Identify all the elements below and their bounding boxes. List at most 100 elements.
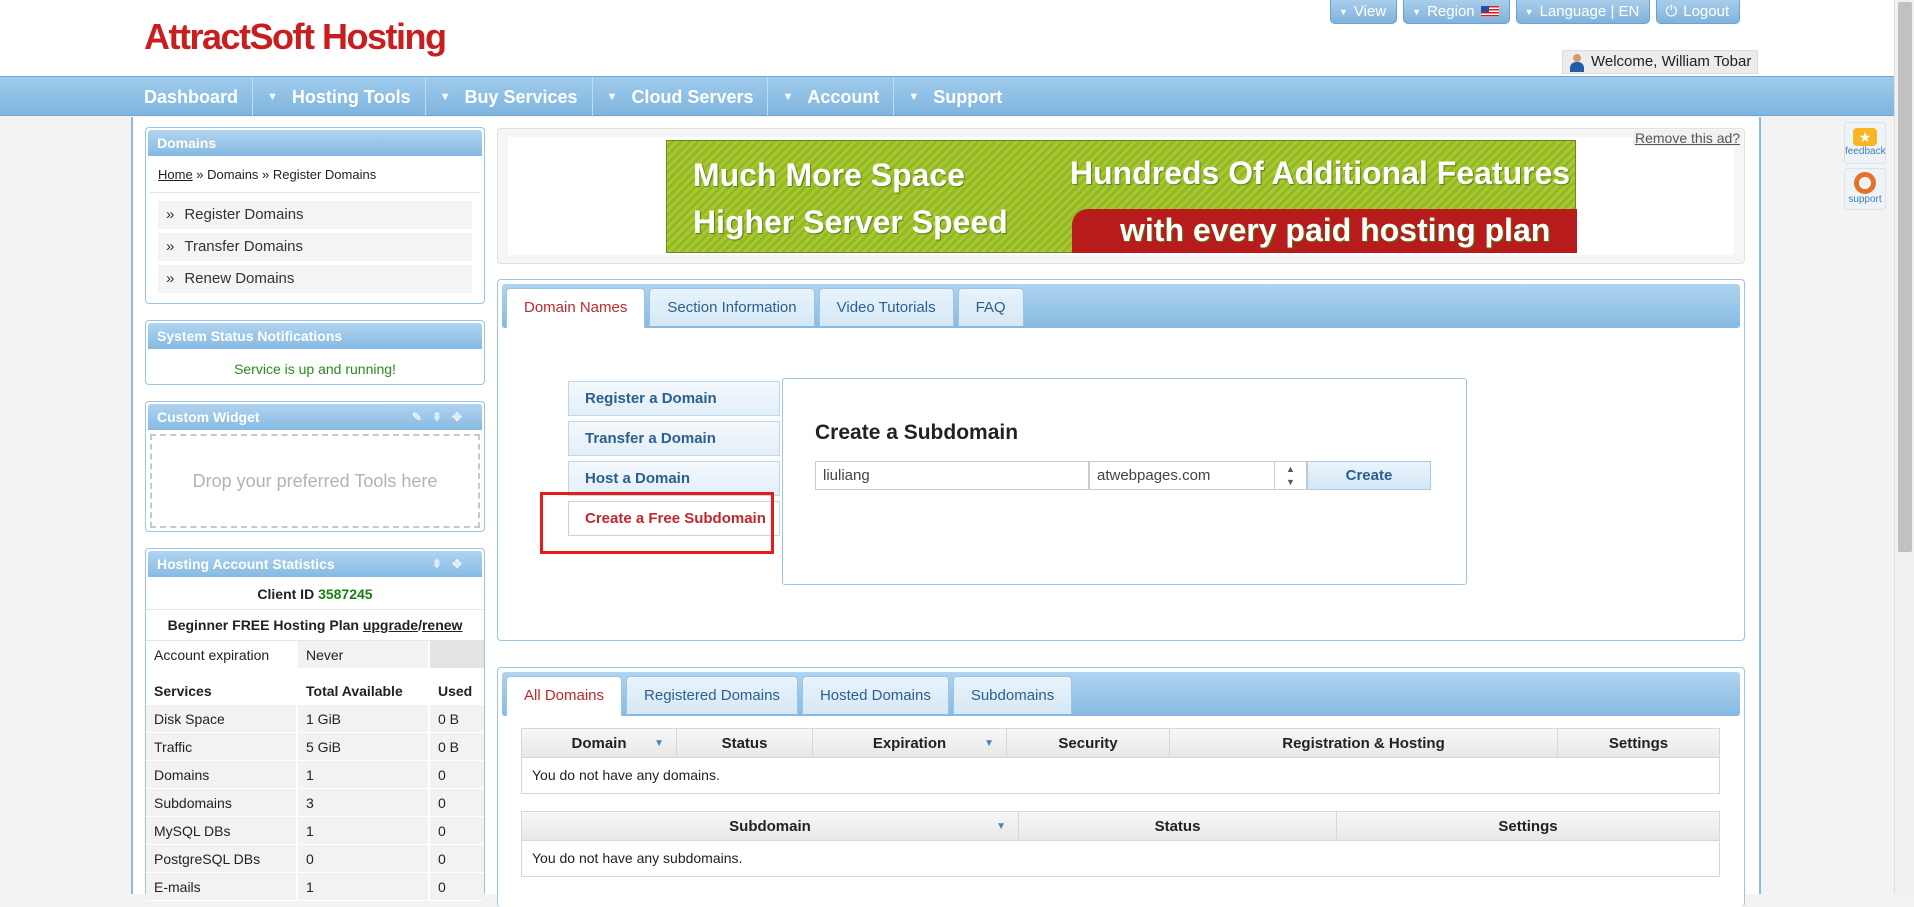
move-icon[interactable]: ✥ (452, 557, 472, 571)
upgrade-link[interactable]: upgrade (363, 617, 418, 633)
col-registration-hosting: Registration & Hosting (1169, 729, 1557, 757)
domain-select[interactable]: atwebpages.com ▲ ▼ (1089, 461, 1307, 490)
widget-drop-zone[interactable]: Drop your preferred Tools here (150, 434, 480, 528)
table-row: MySQL DBs 1 0 (146, 817, 484, 845)
table-row: Traffic 5 GiB 0 B (146, 733, 484, 761)
view-menu[interactable]: ▼ View (1330, 0, 1398, 24)
tab-all-domains[interactable]: All Domains (506, 676, 623, 716)
annotation-highlight-box (540, 492, 774, 554)
expiration-row: Account expiration Never (146, 641, 484, 669)
hosting-stats-title: Hosting Account Statistics ⇞✥ (148, 551, 482, 577)
sort-down-icon: ▼ (984, 738, 994, 749)
chevron-down-icon: ▼ (606, 91, 618, 103)
wrench-icon[interactable]: ✎ (412, 410, 432, 424)
create-subdomain-panel: Create a Subdomain liuliang atwebpages.c… (782, 378, 1467, 585)
support-button[interactable]: support (1844, 168, 1886, 210)
chevron-down-icon: ▼ (908, 91, 920, 103)
scrollbar-thumb[interactable] (1898, 2, 1912, 552)
feedback-button[interactable]: ★ feedback (1844, 122, 1886, 164)
domains-table-header: Domain ▼ Status Expiration ▼ Security Regi… (522, 729, 1719, 758)
col-subdomain[interactable]: Subdomain ▼ (522, 812, 1018, 840)
subdomains-table-header: Subdomain ▼ Status Settings (522, 812, 1719, 841)
register-domain-item[interactable]: Register a Domain (568, 381, 780, 416)
transfer-domain-item[interactable]: Transfer a Domain (568, 421, 780, 456)
table-row: PostgreSQL DBs 0 0 (146, 845, 484, 873)
pin-icon[interactable]: ⇞ (432, 557, 452, 571)
chevron-down-icon: ▼ (1339, 6, 1348, 17)
col-settings: Settings (1557, 729, 1719, 757)
chevron-down-icon: ▼ (267, 91, 278, 103)
tab-subdomains[interactable]: Subdomains (952, 676, 1073, 714)
sort-down-icon: ▼ (654, 738, 664, 749)
stats-header: Services Total Available Used (146, 677, 484, 705)
top-links: ▼ View ▼ Region ▼ Language | EN ⏻ Logout (1330, 0, 1741, 24)
custom-widget-title: Custom Widget ✎⇞✥ (148, 404, 482, 430)
nav-account[interactable]: ▼ Account (767, 77, 893, 117)
sidebar-item-register-domains[interactable]: » Register Domains (158, 201, 472, 229)
plan-line: Beginner FREE Hosting Plan upgrade/renew (146, 610, 484, 641)
nav-hosting-tools[interactable]: ▼ Hosting Tools (252, 77, 425, 117)
chevron-down-icon: ▼ (782, 91, 794, 103)
table-row: Domains 1 0 (146, 761, 484, 789)
nav-support[interactable]: ▼ Support (893, 77, 1016, 117)
sidebar-item-transfer-domains[interactable]: » Transfer Domains (158, 233, 472, 261)
tab-hosted-domains[interactable]: Hosted Domains (801, 676, 949, 714)
tab-faq[interactable]: FAQ (957, 288, 1024, 326)
domains-box-title: Domains (148, 130, 482, 156)
domains-box: Domains Home » Domains » Register Domain… (145, 127, 485, 304)
hosting-stats-box: Hosting Account Statistics ⇞✥ Client ID … (145, 548, 485, 901)
lifebuoy-icon (1854, 172, 1876, 194)
power-icon: ⏻ (1665, 2, 1678, 20)
breadcrumb-home[interactable]: Home (158, 167, 193, 182)
subdomains-table: Subdomain ▼ Status Settings You do not ha… (521, 811, 1720, 877)
domains-table: Domain ▼ Status Expiration ▼ Security Regi… (521, 728, 1720, 794)
subdomains-empty-message: You do not have any subdomains. (532, 850, 743, 866)
hosting-ad-banner[interactable]: Much More Space Higher Server Speed Hund… (666, 140, 1577, 253)
col-sub-status: Status (1018, 812, 1336, 840)
custom-widget-box: Custom Widget ✎⇞✥ Drop your preferred To… (145, 401, 485, 532)
move-icon[interactable]: ✥ (452, 410, 472, 424)
nav-cloud-servers[interactable]: ▼ Cloud Servers (591, 77, 768, 117)
tab-domain-names[interactable]: Domain Names (506, 288, 646, 328)
tab-section-information[interactable]: Section Information (649, 288, 815, 326)
table-row: Subdomains 3 0 (146, 789, 484, 817)
renew-link[interactable]: renew (422, 617, 462, 633)
user-avatar-icon (1569, 54, 1585, 72)
table-row: E-mails 1 0 (146, 873, 484, 901)
welcome-user[interactable]: Welcome, William Tobar (1562, 50, 1758, 74)
col-domain[interactable]: Domain ▼ (522, 729, 676, 757)
chevron-down-icon: ▼ (1412, 6, 1422, 17)
sidebar-item-renew-domains[interactable]: » Renew Domains (158, 265, 472, 293)
status-message: Service is up and running! (234, 361, 396, 377)
us-flag-icon (1480, 6, 1499, 17)
site-logo[interactable]: AttractSoft Hosting (144, 16, 447, 58)
page-scrollbar[interactable] (1894, 0, 1914, 894)
nav-dashboard[interactable]: Dashboard (144, 77, 252, 117)
subdomain-input[interactable]: liuliang (815, 461, 1089, 490)
remove-ad-link[interactable]: Remove this ad? (1633, 130, 1743, 146)
col-security: Security (1006, 729, 1169, 757)
create-subdomain-title: Create a Subdomain (815, 421, 1019, 444)
col-sub-settings: Settings (1336, 812, 1719, 840)
create-button[interactable]: Create (1307, 461, 1431, 490)
tab-video-tutorials[interactable]: Video Tutorials (818, 288, 954, 326)
main-nav: Dashboard ▼ Hosting Tools ▼ Buy Services ▼… (0, 76, 1894, 117)
logout-button[interactable]: ⏻ Logout (1656, 0, 1741, 24)
col-expiration[interactable]: Expiration ▼ (812, 729, 1006, 757)
nav-buy-services[interactable]: ▼ Buy Services (424, 77, 592, 117)
language-menu[interactable]: ▼ Language | EN (1515, 0, 1651, 24)
domains-empty-message: You do not have any domains. (532, 767, 720, 783)
breadcrumb: Home » Domains » Register Domains (150, 158, 480, 193)
tab-registered-domains[interactable]: Registered Domains (626, 676, 798, 714)
system-status-box: System Status Notifications Service is u… (145, 320, 485, 385)
pin-icon[interactable]: ⇞ (432, 410, 452, 424)
col-status: Status (676, 729, 812, 757)
chevron-down-icon: ▼ (439, 91, 451, 103)
region-menu[interactable]: ▼ Region (1403, 0, 1510, 24)
chevron-down-icon: ▼ (1524, 6, 1534, 17)
host-domain-item[interactable]: Host a Domain (568, 461, 780, 496)
client-id: Client ID 3587245 (146, 579, 484, 610)
table-row: Disk Space 1 GiB 0 B (146, 705, 484, 733)
system-status-title: System Status Notifications (148, 323, 482, 349)
star-icon: ★ (1853, 128, 1877, 146)
